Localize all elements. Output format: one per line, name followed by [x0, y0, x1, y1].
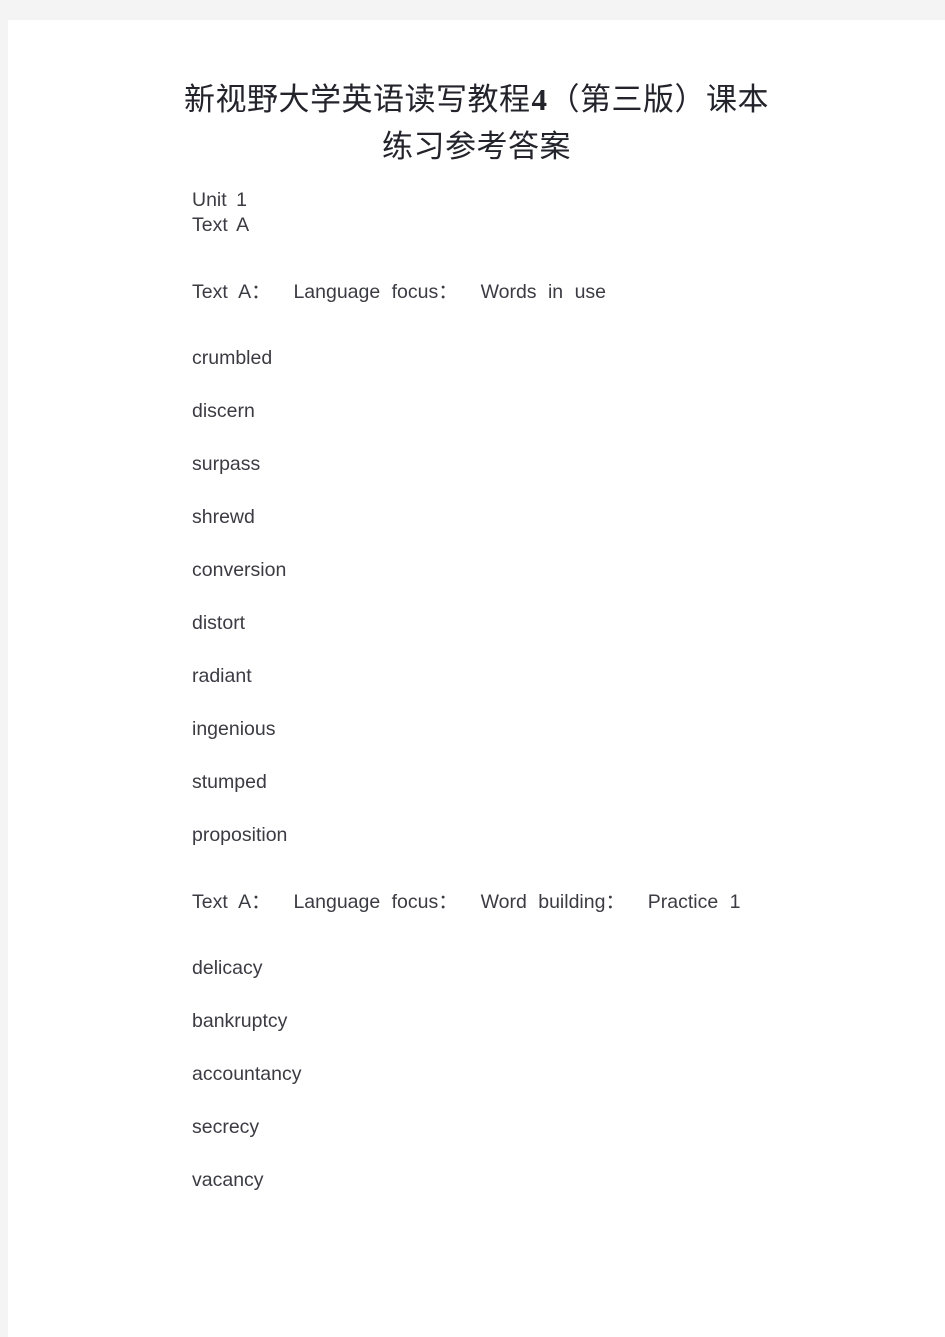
title-prefix: 新视野大学英语读写教程 [184, 82, 531, 117]
section-words-in-use: Text A： Language focus： Words in use cru… [192, 280, 885, 848]
answer-list: delicacy bankruptcy accountancy secrecy … [192, 956, 885, 1193]
document-body: Unit 1 Text A Text A： Language focus： Wo… [8, 188, 945, 1193]
text-label: Text A [192, 214, 250, 236]
list-item: shrewd [192, 506, 255, 528]
list-item: secrecy [192, 1116, 260, 1138]
list-item: surpass [192, 453, 261, 475]
section-word-building: Text A： Language focus： Word building： P… [192, 890, 885, 1193]
section-heading: Text A： Language focus： Word building： P… [192, 891, 741, 913]
list-item: proposition [192, 824, 288, 846]
unit-label: Unit 1 [192, 189, 247, 211]
document-page: 新视野大学英语读写教程4（第三版）课本练习参考答案 Unit 1 Text A … [8, 20, 945, 1337]
list-item: crumbled [192, 347, 273, 369]
document-viewer: 新视野大学英语读写教程4（第三版）课本练习参考答案 Unit 1 Text A … [0, 0, 945, 1337]
list-item: vacancy [192, 1169, 264, 1191]
list-item: conversion [192, 559, 287, 581]
answer-list: crumbled discern surpass shrewd conversi… [192, 346, 885, 848]
list-item: radiant [192, 665, 252, 687]
list-item: bankruptcy [192, 1010, 288, 1032]
section-heading: Text A： Language focus： Words in use [192, 281, 607, 303]
list-item: delicacy [192, 957, 263, 979]
list-item: distort [192, 612, 246, 634]
unit-meta: Unit 1 Text A [192, 188, 885, 238]
title-edition-number: 4 [531, 82, 548, 117]
list-item: discern [192, 400, 255, 422]
list-item: stumped [192, 771, 267, 793]
list-item: accountancy [192, 1063, 302, 1085]
title-second-line: 练习参考答案 [382, 129, 571, 164]
title-suffix: （第三版）课本 [548, 82, 769, 117]
list-item: ingenious [192, 718, 276, 740]
page-title: 新视野大学英语读写教程4（第三版）课本练习参考答案 [8, 20, 945, 170]
